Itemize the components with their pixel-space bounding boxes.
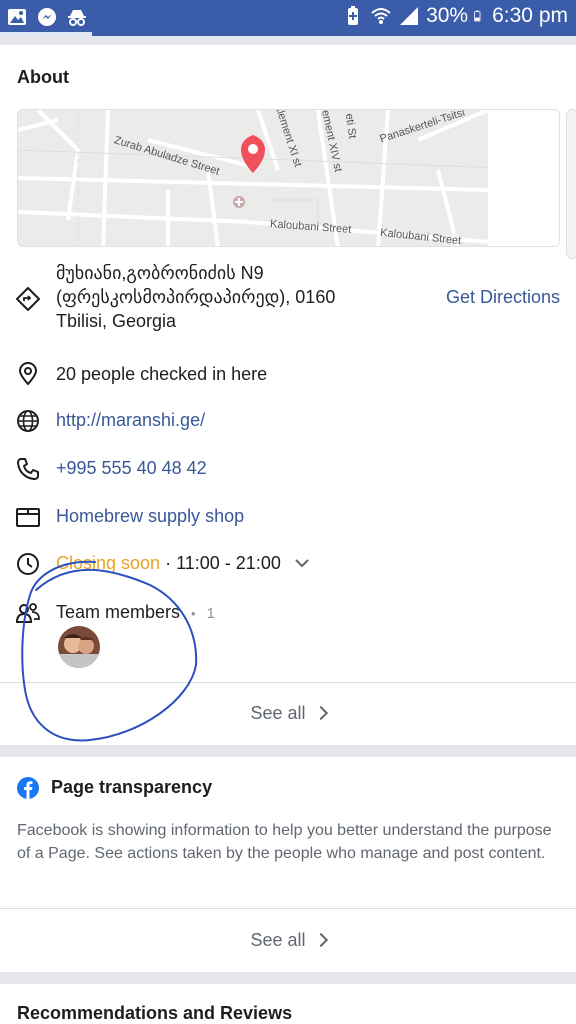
facebook-logo-icon — [17, 777, 39, 799]
status-bar: 30% 6:30 pm — [0, 0, 576, 36]
hours-range: 11:00 - 21:00 — [176, 553, 281, 573]
team-members-label: Team members — [56, 602, 181, 622]
chevron-down-icon[interactable] — [294, 557, 310, 569]
category-link[interactable]: Homebrew supply shop — [56, 504, 244, 528]
page-transparency-description: Facebook is showing information to help … — [17, 822, 552, 862]
chevron-right-icon — [313, 932, 328, 948]
see-all-team-button[interactable]: See all — [0, 703, 576, 724]
next-card-edge — [566, 109, 576, 259]
website-link[interactable]: http://maranshi.ge/ — [56, 408, 205, 432]
location-pin-icon — [18, 362, 38, 386]
chevron-right-icon — [313, 705, 328, 721]
signal-icon — [400, 7, 419, 25]
messenger-icon — [38, 8, 56, 26]
battery-percent: 30% — [426, 4, 469, 27]
divider — [0, 682, 576, 683]
gallery-icon — [8, 9, 26, 25]
section-separator — [0, 745, 576, 757]
see-all-transparency-button[interactable]: See all — [0, 930, 576, 951]
directions-icon — [16, 287, 40, 311]
phone-icon — [17, 458, 39, 480]
address: მუხიანი,გობრონიძის N9 (ფრესკოსმოპირდაპირ… — [56, 261, 335, 333]
section-separator — [0, 36, 576, 45]
checkins-text: 20 people checked in here — [56, 364, 268, 384]
team-member-avatar[interactable] — [58, 626, 100, 668]
category-tag-icon — [16, 508, 40, 527]
divider — [0, 908, 576, 909]
globe-icon — [17, 410, 39, 432]
address-line: Tbilisi, Georgia — [56, 311, 177, 331]
location-map[interactable]: Zurab Abuladze Street Kaloubani Street K… — [17, 109, 560, 247]
battery-icon — [474, 10, 481, 22]
clock: 6:30 pm — [492, 4, 568, 27]
recommendations-heading: Recommendations and Reviews — [17, 1003, 293, 1023]
phone-link[interactable]: +995 555 40 48 42 — [56, 456, 207, 480]
see-all-label: See all — [250, 703, 306, 723]
clock-icon — [17, 553, 39, 575]
hours-status: Closing soon — [56, 553, 161, 573]
team-members-row: Team members • 1 — [56, 600, 215, 626]
about-heading: About — [17, 67, 69, 87]
get-directions-link[interactable]: Get Directions — [446, 287, 560, 308]
wifi-icon — [371, 8, 391, 24]
address-line: (ფრესკოსმოპირდაპირედ), 0160 — [56, 287, 336, 307]
incognito-icon — [68, 10, 86, 26]
section-separator — [0, 972, 576, 984]
battery-saver-icon — [348, 6, 359, 25]
page-transparency-heading: Page transparency — [51, 777, 213, 797]
see-all-label: See all — [250, 930, 306, 950]
hours-row[interactable]: Closing soon · 11:00 - 21:00 — [56, 551, 310, 575]
address-line: მუხიანი,გობრონიძის N9 — [56, 263, 264, 283]
hours-separator: · — [165, 553, 172, 573]
people-icon — [15, 603, 40, 623]
team-bullet: • — [191, 606, 196, 621]
team-count: 1 — [206, 605, 215, 622]
